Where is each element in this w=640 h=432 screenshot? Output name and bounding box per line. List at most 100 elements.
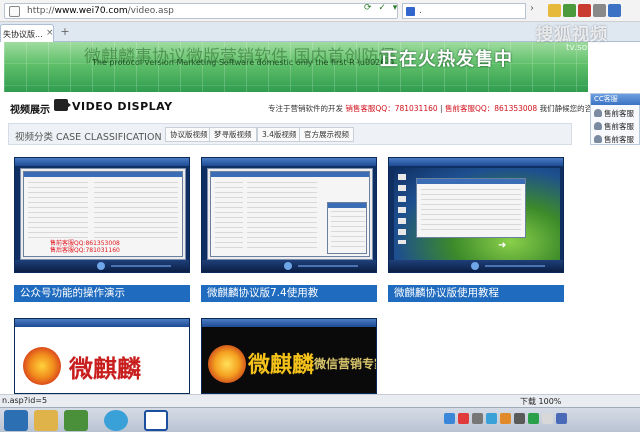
logo-text: 微麒麟 [69,355,141,383]
contact-prefix: 专注于营销软件的开发 [268,104,343,113]
tray-icon[interactable] [514,413,525,424]
camera-lens-icon [66,101,71,109]
logo-text: 微麒麟 [248,353,315,378]
player-titlebar [15,158,189,166]
tray-icon[interactable] [542,413,553,424]
system-tray [444,413,570,427]
cs-item-label: 售前客服 [604,135,634,144]
cs-item-label: 售前客服 [604,109,634,118]
category-tab-protocol[interactable]: 协议版视频 [165,127,213,142]
video-thumbnail-1[interactable]: 售前客服QQ:861353008 售后客服QQ:781031160 [14,157,190,273]
player-titlebar [202,319,376,327]
video-watermark-url: tv.sohu.com [566,43,621,53]
cursor-icon: ➜ [498,240,507,251]
app-window-titlebar [417,179,525,184]
category-tab-official[interactable]: 官方展示视频 [299,127,354,142]
app-window-titlebar [24,172,182,177]
taskbar [0,407,640,432]
video-app-icon[interactable] [144,410,168,431]
favorites-icon[interactable] [548,4,561,17]
app-icon[interactable] [64,410,88,431]
url-text: http://www.wei70.com/video.asp [27,6,174,16]
url-input[interactable]: http://www.wei70.com/video.asp [4,3,398,19]
video-caption-2[interactable]: 微麒麟协议版7.4使用教 [201,285,377,302]
cs-panel-title: CC客服 [591,94,640,105]
category-bar: 视频分类 CASE CLASSIFICATION 协议版视频 梦寻版视频 3.4… [8,123,572,145]
play-icon[interactable] [97,262,105,270]
section-title: 视频展示 [10,105,50,116]
cs-item-2[interactable]: 售前客服 [594,121,634,132]
status-right[interactable]: 下载 100% [520,396,561,407]
tray-icon[interactable] [472,413,483,424]
tray-icon[interactable] [528,413,539,424]
video-caption-1[interactable]: 公众号功能的操作演示 [14,285,190,302]
progress-bar[interactable] [298,265,358,267]
video-thumbnail-3[interactable]: ➜ [388,157,564,273]
logo-slogan: 微信营销专家 [314,357,376,371]
progress-bar[interactable] [111,265,171,267]
search-go-icon[interactable]: › [530,3,544,19]
url-path: /video.asp [127,6,174,16]
search-input[interactable]: . [402,3,526,19]
user-icon [594,135,602,143]
player-controls [15,260,189,272]
app-window: 售前客服QQ:861353008 售后客服QQ:781031160 [23,171,183,257]
tab-close-icon[interactable]: × [46,28,54,38]
banner-headline: 正在火热发售中 [380,49,513,70]
play-icon[interactable] [471,262,479,270]
player-titlebar [15,319,189,327]
tray-icon[interactable] [486,413,497,424]
tab-label: 失协议版... [3,30,43,39]
app-list-center [247,182,317,252]
security-icon[interactable]: ⟳ ✓ ▾ [364,3,399,13]
page-icon [9,6,20,17]
contact-presale[interactable]: 销售客服QQ：781031160 [345,104,437,113]
contact-aftersale[interactable]: 售前客服QQ：861353008 [445,104,537,113]
customer-service-panel: CC客服 售前客服 售前客服 售前客服 [590,93,640,145]
status-bar: n.asp?id=5 下载 100% [0,394,640,407]
contact-separator: | [437,104,445,113]
category-title: 视频分类 CASE CLASSIFICATION [15,132,162,143]
category-tab-v34[interactable]: 3.4版视频 [257,127,302,142]
progress-bar[interactable] [485,265,545,267]
user-icon [594,122,602,130]
video-caption-3[interactable]: 微麒麟协议版使用教程 [388,285,564,302]
player-screen [207,168,373,260]
url-prefix: http:// [27,6,55,16]
category-tab-dream[interactable]: 梦寻版视频 [209,127,257,142]
shield-icon[interactable] [563,4,576,17]
url-domain: www.wei70.com [54,6,128,16]
player-controls [389,260,563,272]
banner-subtitle: The protocol version Marketing Software … [92,58,395,67]
player-screen: 售前客服QQ:861353008 售后客服QQ:781031160 [20,168,186,260]
browser-icon[interactable] [104,410,128,431]
video-overlay-text: 售前客服QQ:861353008 售后客服QQ:781031160 [50,240,120,254]
tab-active[interactable]: 失协议版... × [0,24,54,42]
toolbar-icons [548,4,623,20]
video-thumbnail-2[interactable] [201,157,377,273]
logo-area: 微麒麟 [19,329,187,393]
start-icon[interactable] [4,410,28,431]
play-icon[interactable] [284,262,292,270]
tray-icon[interactable] [500,413,511,424]
search-engine-icon[interactable] [406,7,415,16]
user-icon[interactable] [608,4,621,17]
tray-icon[interactable] [556,413,567,424]
address-bar-container: http://www.wei70.com/video.asp ⟳ ✓ ▾ . › [0,0,640,22]
tray-icon[interactable] [444,413,455,424]
cs-item-3[interactable]: 售前客服 [594,134,634,145]
app-window [416,178,526,238]
dragon-logo-icon [23,347,61,385]
player-titlebar [202,158,376,166]
tray-icon[interactable] [458,413,469,424]
cs-item-1[interactable]: 售前客服 [594,108,634,119]
app-form [421,189,521,233]
video-thumbnail-4[interactable]: 微麒麟 [14,318,190,394]
logo-area: 微麒麟 微信营销专家 [206,329,376,393]
translate-icon[interactable] [578,4,591,17]
folder-icon[interactable] [34,410,58,431]
desktop-wallpaper: ➜ [394,168,560,260]
menu-icon[interactable] [593,4,606,17]
video-thumbnail-5[interactable]: 微麒麟 微信营销专家 [201,318,377,394]
new-tab-button[interactable]: + [58,26,72,39]
